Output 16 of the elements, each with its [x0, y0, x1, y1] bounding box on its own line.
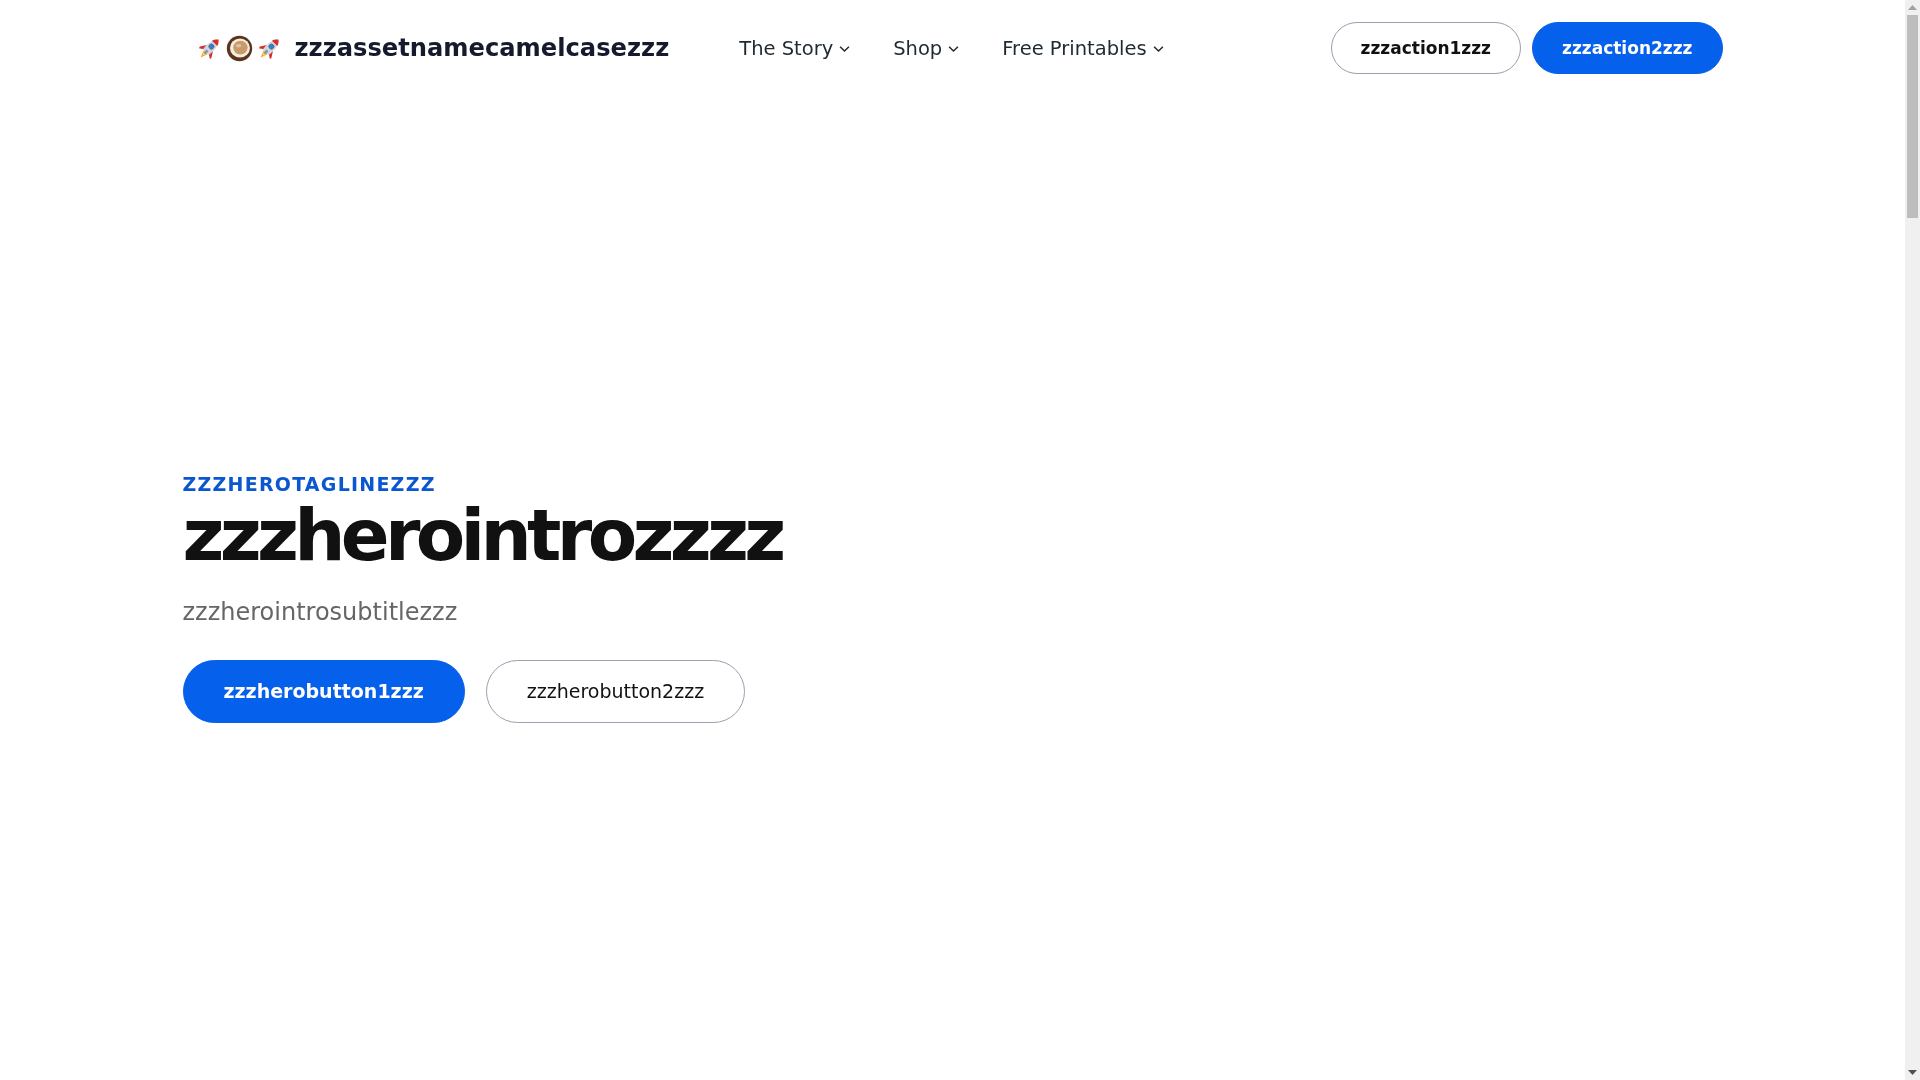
- scrollbar[interactable]: [1905, 0, 1920, 1080]
- header-action-button[interactable]: zzzaction1zzz: [1330, 22, 1521, 74]
- scroll-thumb[interactable]: [1907, 15, 1918, 218]
- nav-menu-item[interactable]: The Story: [739, 36, 851, 60]
- hero-button[interactable]: zzzherobutton2zzz: [485, 660, 746, 723]
- coconut-icon: [224, 33, 254, 63]
- nav-menu-item[interactable]: Free Printables: [1002, 36, 1164, 60]
- hero-button[interactable]: zzzherobutton1zzz: [182, 660, 465, 723]
- scroll-down-arrow-icon[interactable]: [1908, 1070, 1917, 1075]
- header-action-button[interactable]: zzzaction2zzz: [1532, 22, 1723, 74]
- scroll-up-arrow-icon[interactable]: [1908, 5, 1917, 10]
- hero-title: zzzherointrozzzz: [182, 495, 783, 575]
- logo-link[interactable]: zzzassetnamecamelcasezzz: [194, 33, 670, 63]
- nav-menu-item[interactable]: Shop: [893, 36, 960, 60]
- hero-subtitle: zzzherointrosubtitlezzz: [182, 597, 459, 628]
- hero-tagline: ZZZHEROTAGLINEZZZ: [182, 473, 437, 496]
